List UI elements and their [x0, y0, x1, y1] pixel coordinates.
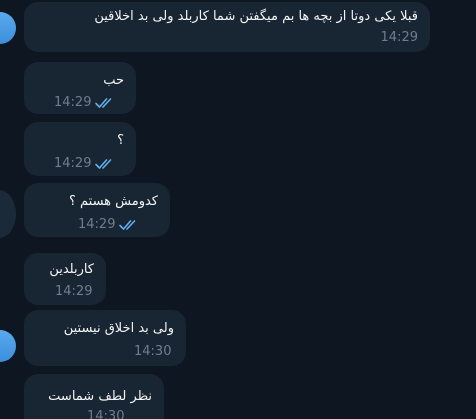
message-meta: 14:29	[54, 95, 115, 111]
contact-avatar[interactable]	[0, 12, 16, 44]
message-text: قبلا یکی دوتا از بچه ها بم میگفتن شما کا…	[94, 9, 418, 24]
message-meta: 14:29	[54, 156, 115, 172]
message-text: حب	[103, 73, 124, 88]
message-meta: 14:29	[381, 30, 418, 46]
message-bubble-incoming[interactable]: نظر لطف شماست 14:30	[24, 374, 164, 419]
message-time: 14:30	[87, 409, 125, 419]
message-text: کدومش هستم ؟	[68, 194, 158, 209]
message-meta: 14:29	[55, 284, 92, 300]
message-meta: 14:30	[134, 344, 171, 360]
message-time: 14:29	[78, 217, 116, 232]
message-meta: 14:29	[78, 217, 139, 233]
message-time: 14:29	[380, 30, 418, 45]
message-bubble-incoming[interactable]: کاربلدین 14:29	[24, 253, 106, 305]
message-bubble-outgoing[interactable]: کدومش هستم ؟ 14:29	[24, 183, 170, 237]
message-time: 14:29	[54, 156, 92, 171]
message-text: کاربلدین	[49, 262, 94, 277]
message-meta: 14:30	[87, 409, 124, 419]
message-time: 14:30	[134, 344, 172, 359]
double-check-icon	[95, 98, 112, 108]
double-check-icon	[119, 220, 136, 230]
contact-avatar[interactable]	[0, 330, 16, 362]
message-text: نظر لطف شماست	[48, 389, 152, 404]
sender-avatar[interactable]	[0, 190, 16, 238]
message-text: ؟	[117, 133, 124, 148]
message-bubble-outgoing[interactable]: حب 14:29	[24, 62, 136, 114]
double-check-icon	[95, 159, 112, 169]
message-bubble-outgoing[interactable]: ؟ 14:29	[24, 122, 136, 176]
chat-area: قبلا یکی دوتا از بچه ها بم میگفتن شما کا…	[0, 0, 476, 419]
message-time: 14:29	[55, 284, 93, 299]
message-text: ولی بد اخلاق نیستین	[63, 321, 174, 336]
message-bubble-incoming[interactable]: قبلا یکی دوتا از بچه ها بم میگفتن شما کا…	[24, 2, 430, 52]
message-bubble-incoming[interactable]: ولی بد اخلاق نیستین 14:30	[24, 310, 186, 366]
message-time: 14:29	[54, 95, 92, 110]
